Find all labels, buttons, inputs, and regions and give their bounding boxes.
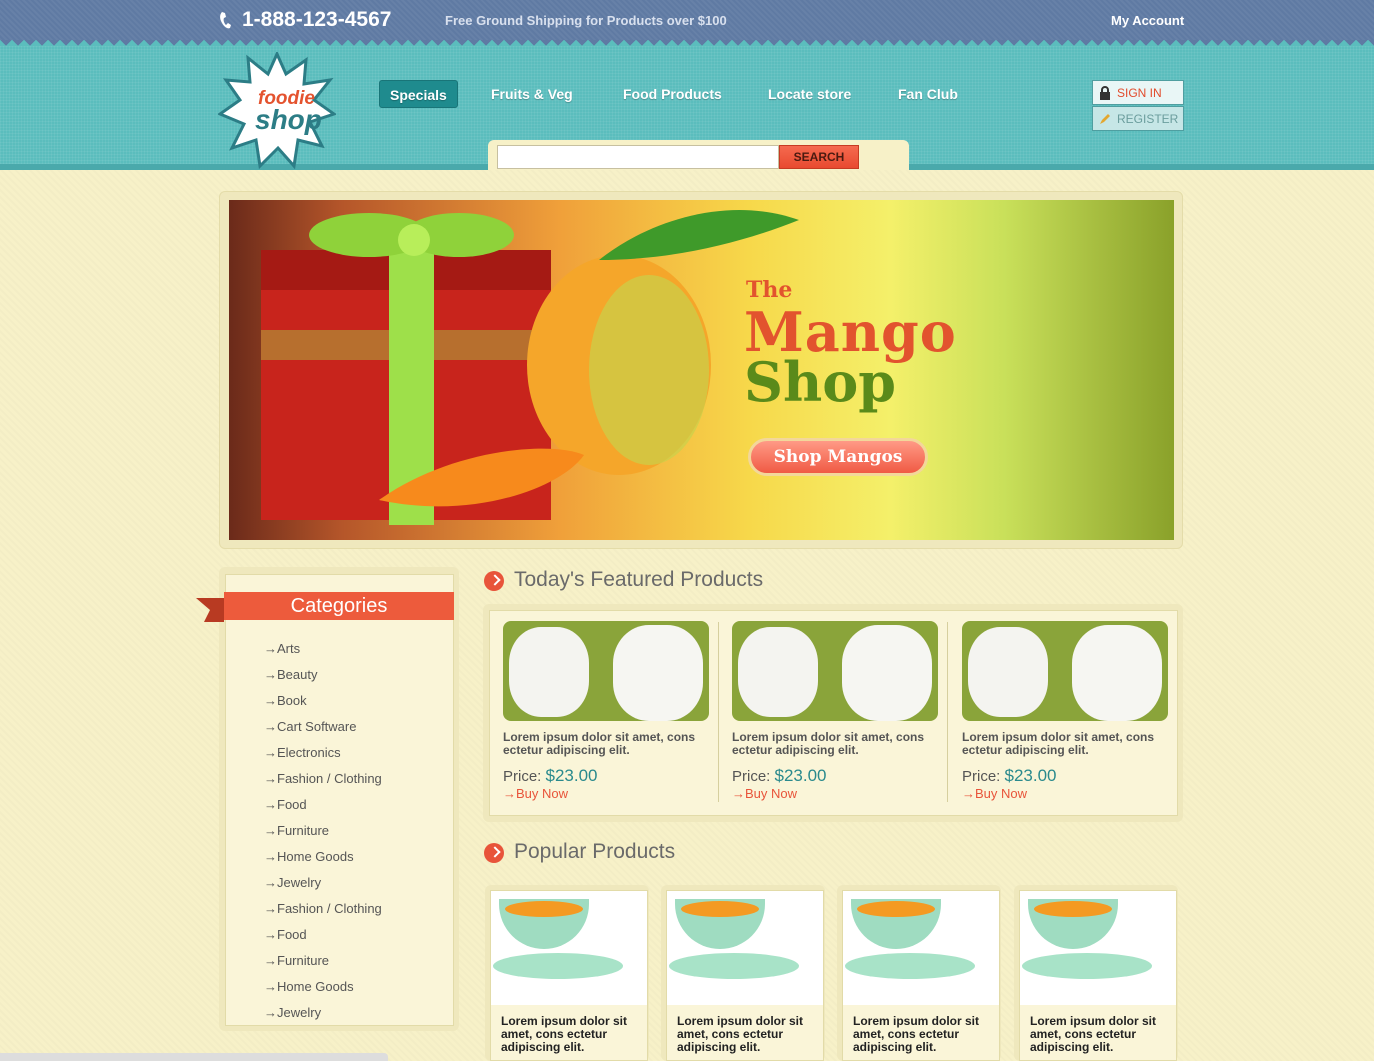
nav-food-products[interactable]: Food Products [623, 80, 722, 108]
nav-specials[interactable]: Specials [379, 80, 458, 108]
search-input[interactable] [497, 145, 779, 169]
phone-number-text: 1-888-123-4567 [242, 8, 392, 31]
nav-fruits-veg[interactable]: Fruits & Veg [491, 80, 573, 108]
banner-heading-shop: Shop [744, 350, 897, 414]
category-list: →Arts →Beauty →Book →Cart Software →Elec… [264, 641, 382, 1031]
category-item[interactable]: →Arts [264, 641, 382, 667]
my-account-link[interactable]: My Account [1111, 13, 1184, 28]
popular-product: Lorem ipsum dolor sit amet, cons ectetur… [661, 885, 825, 1061]
hero-banner [229, 200, 1174, 540]
popular-product: Lorem ipsum dolor sit amet, cons ectetur… [485, 885, 649, 1061]
buy-now-link[interactable]: →Buy Now [962, 786, 1168, 801]
chevron-right-icon [484, 843, 504, 863]
price-label: Price: [503, 768, 542, 785]
product-price: Price: $23.00 [732, 766, 938, 786]
product-description: Lorem ipsum dolor sit amet, cons ectetur… [962, 730, 1155, 757]
category-item[interactable]: →Jewelry [264, 1005, 382, 1031]
chevron-right-icon [484, 571, 504, 591]
logo-text-shop: shop [255, 104, 322, 135]
category-item[interactable]: →Fashion / Clothing [264, 901, 382, 927]
product-description: Lorem ipsum dolor sit amet, cons ectetur… [853, 1014, 980, 1054]
featured-product: Lorem ipsum dolor sit amet, cons ectetur… [503, 621, 709, 801]
product-image[interactable] [732, 621, 938, 721]
price-value: $23.00 [545, 766, 598, 785]
lock-icon [1100, 85, 1110, 100]
phone-icon [220, 12, 231, 29]
horizontal-scrollbar[interactable] [0, 1053, 388, 1061]
pencil-icon [1100, 113, 1110, 124]
product-description: Lorem ipsum dolor sit amet, cons ectetur… [732, 730, 925, 757]
categories-title: Categories [290, 595, 388, 617]
price-label: Price: [732, 768, 771, 785]
price-value: $23.00 [774, 766, 827, 785]
sign-in-button[interactable]: SIGN IN [1092, 80, 1184, 105]
category-item[interactable]: →Furniture [264, 953, 382, 979]
product-description: Lorem ipsum dolor sit amet, cons ectetur… [677, 1014, 804, 1054]
product-image[interactable] [843, 891, 999, 1005]
price-label: Price: [962, 768, 1001, 785]
featured-divider [947, 622, 948, 802]
category-item[interactable]: →Jewelry [264, 875, 382, 901]
category-item[interactable]: →Food [264, 927, 382, 953]
category-item[interactable]: →Book [264, 693, 382, 719]
product-description: Lorem ipsum dolor sit amet, cons ectetur… [501, 1014, 628, 1054]
product-image[interactable] [1020, 891, 1176, 1005]
buy-now-link[interactable]: →Buy Now [732, 786, 938, 801]
register-button[interactable]: REGISTER [1092, 106, 1184, 131]
product-price: Price: $23.00 [962, 766, 1168, 786]
featured-title: Today's Featured Products [514, 568, 764, 591]
popular-title: Popular Products [514, 840, 676, 863]
shipping-notice: Free Ground Shipping for Products over $… [445, 13, 727, 28]
category-item[interactable]: →Home Goods [264, 849, 382, 875]
buy-now-link[interactable]: →Buy Now [503, 786, 709, 801]
category-item[interactable]: →Furniture [264, 823, 382, 849]
category-item[interactable]: →Beauty [264, 667, 382, 693]
popular-product: Lorem ipsum dolor sit amet, cons ectetur… [837, 885, 1001, 1061]
featured-divider [718, 622, 719, 802]
category-item[interactable]: →Home Goods [264, 979, 382, 1005]
category-item[interactable]: →Cart Software [264, 719, 382, 745]
featured-product: Lorem ipsum dolor sit amet, cons ectetur… [962, 621, 1168, 801]
auth-box: SIGN IN REGISTER [1092, 80, 1184, 131]
popular-product: Lorem ipsum dolor sit amet, cons ectetur… [1014, 885, 1178, 1061]
sign-in-label: SIGN IN [1117, 85, 1162, 100]
shop-mangos-button[interactable]: Shop Mangos [748, 438, 928, 476]
product-image[interactable] [503, 621, 709, 721]
featured-product: Lorem ipsum dolor sit amet, cons ectetur… [732, 621, 938, 801]
search-button[interactable]: SEARCH [779, 145, 859, 169]
nav-locate-store[interactable]: Locate store [768, 80, 851, 108]
product-image[interactable] [491, 891, 647, 1005]
product-image[interactable] [667, 891, 823, 1005]
product-description: Lorem ipsum dolor sit amet, cons ectetur… [1030, 1014, 1157, 1054]
product-price: Price: $23.00 [503, 766, 709, 786]
gift-mango-illustration [261, 209, 799, 525]
category-item[interactable]: →Food [264, 797, 382, 823]
price-value: $23.00 [1004, 766, 1057, 785]
nav-fan-club[interactable]: Fan Club [898, 80, 958, 108]
register-label: REGISTER [1117, 111, 1179, 126]
category-item[interactable]: →Fashion / Clothing [264, 771, 382, 797]
category-item[interactable]: →Electronics [264, 745, 382, 771]
product-description: Lorem ipsum dolor sit amet, cons ectetur… [503, 730, 696, 757]
phone-number: 1-888-123-4567 [218, 8, 391, 32]
product-image[interactable] [962, 621, 1168, 721]
